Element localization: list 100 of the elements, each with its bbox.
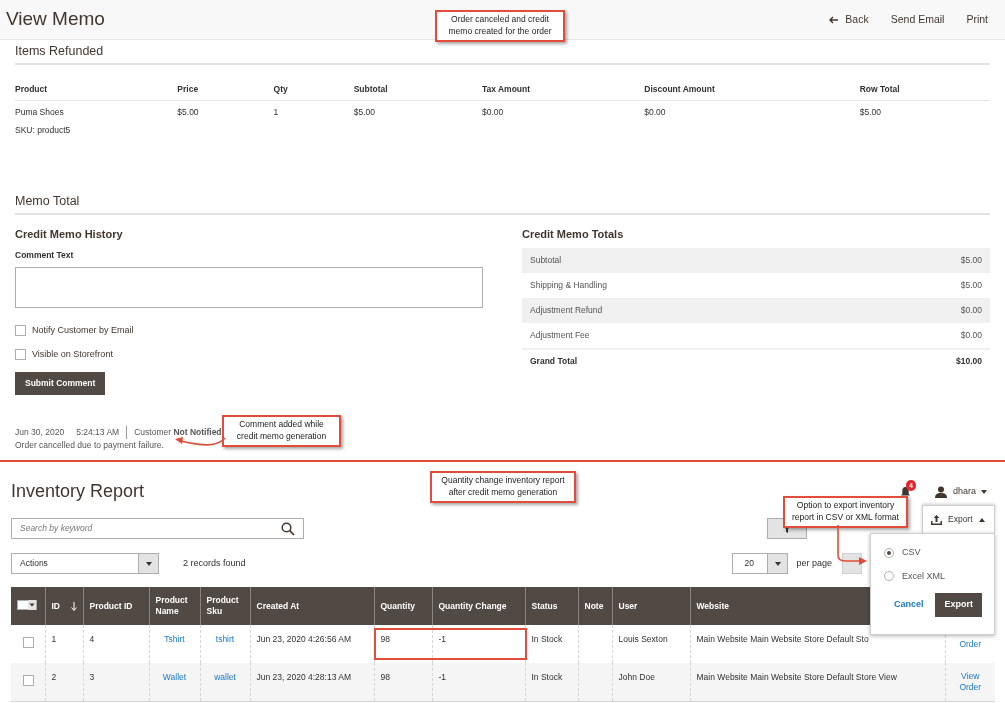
row-checkbox[interactable] [23,636,34,648]
product-link[interactable]: Tshirt [164,634,185,645]
view-order-link[interactable]: Order [945,639,995,651]
totals-value: $0.00 [960,304,982,318]
export-button[interactable]: Export [922,505,995,533]
table-cell: Main Website Main Website Store Default Store View [696,672,897,683]
product-link[interactable]: wallet [214,672,236,683]
notify-status: Customer Not Notified [134,425,222,439]
product-link[interactable]: Wallet [162,672,187,683]
checkbox[interactable] [15,325,26,337]
column-header: Qty [273,78,354,100]
table-cell: $5.00 [353,106,375,117]
action-link[interactable]: Send Email [890,11,945,28]
table-cell: Jun 23, 2020 4:26:56 AM [256,634,352,645]
column-header: Row Total [859,78,990,100]
page-title: View Memo [5,7,105,32]
totals-value: $5.00 [960,254,982,268]
row-checkbox[interactable] [23,674,34,686]
export-icon [931,514,942,525]
checkbox[interactable] [15,348,26,360]
caret-icon [28,599,36,610]
column-header: Price [177,78,274,100]
records-count: 2 records found [183,557,246,570]
search-icon [281,521,295,536]
column-header[interactable]: Note [584,600,604,612]
totals-value: $5.00 [960,279,982,293]
submit-button[interactable]: Submit Comment [15,372,106,395]
caret-icon [978,517,985,522]
radio-button[interactable] [884,547,894,558]
previous-page-button[interactable] [842,553,862,575]
table-cell: 98 [380,672,390,683]
table-cell: $0.00 [481,106,504,117]
table-cell: Jun 23, 2020 4:28:13 AM [256,672,352,683]
totals-label: Shipping & Handling [530,279,608,293]
caret-icon [981,489,987,494]
table-cell: Puma Shoes [15,106,64,117]
checkbox-label: Visible on Storefront [32,347,113,361]
comment-text: Order cancelled due to payment failure. [15,438,164,452]
table-cell: $5.00 [177,106,199,117]
table-cell: $0.00 [644,106,666,117]
comment-date: Jun 30, 2020 [15,425,65,439]
export-submit-button[interactable]: Export [935,593,982,617]
table-cell: $5.00 [859,106,881,117]
radio-label: Excel XML [902,569,945,583]
table-cell: John Doe [618,672,655,683]
radio-label: CSV [902,546,921,559]
column-header[interactable]: Created At [256,600,300,612]
actions-select[interactable]: Actions [11,553,159,575]
caret-icon [145,561,152,566]
table-cell: -1 [438,672,447,683]
comment-time: 5:24:13 AM [76,425,128,439]
radio-button[interactable] [884,571,894,582]
table-cell: 4 [89,634,95,645]
column-header[interactable]: ID [51,600,60,612]
table-cell: 98 [380,634,390,645]
sku-text: SKU: product5 [15,125,71,136]
user-icon [934,485,947,498]
checkbox-label: Notify Customer by Email [32,324,134,337]
subsection-title: Credit Memo History [15,226,124,242]
totals-label: Subtotal [530,254,562,268]
page-title: Inventory Report [11,480,145,504]
table-cell: In Stock [531,672,563,683]
table-cell: 1 [273,106,279,117]
column-header: Subtotal [353,78,482,100]
cancel-link[interactable]: Cancel [893,598,924,612]
per-page-label: per page [796,557,832,570]
totals-label: Adjustment Fee [530,329,590,343]
callout-arrow [834,525,868,567]
notification-bell-icon [899,486,911,499]
subsection-title: Credit Memo Totals [522,226,625,242]
column-header: Tax Amount [481,78,645,100]
mass-select-checkbox[interactable] [17,599,37,610]
user-menu[interactable]: dhara [934,485,987,499]
column-header[interactable]: User [618,600,638,612]
table-cell: Main Website Main Website Store Default Sto [696,634,869,645]
product-link[interactable]: tshirt [215,634,235,645]
annotation-tooltip: Quantity change inventory report after credit memo generation [430,471,576,503]
annotation-tooltip: Order canceled and credit memo created for the order [435,10,565,42]
table-cell: In Stock [531,634,563,645]
totals-value: $0.00 [960,329,982,343]
totals-label: Adjustment Refund [530,304,603,318]
section-title: Memo Total [15,192,990,215]
callout-arrow [174,434,226,448]
column-header[interactable]: Quantity [380,600,415,612]
column-header: Product [15,78,178,100]
totals-value: $10.00 [956,355,982,369]
column-header[interactable]: Status [531,600,558,612]
totals-label: Grand Total [530,355,578,369]
per-page-select[interactable]: 20 [732,553,789,575]
action-link[interactable]: Print [966,11,988,28]
back-link[interactable]: Back [829,11,869,28]
column-header: Discount Amount [644,78,860,100]
column-header[interactable]: Website [696,600,729,612]
table-cell: 1 [51,634,57,645]
search-field[interactable]: Search by keyword [11,518,304,540]
annotation-tooltip: Comment added while credit memo generation [222,415,341,447]
table-cell: 3 [89,672,95,683]
annotation-tooltip: Option to export inventory report in CSV or XML format [783,496,908,528]
caret-icon [774,561,781,566]
comment-textarea[interactable] [15,267,483,308]
